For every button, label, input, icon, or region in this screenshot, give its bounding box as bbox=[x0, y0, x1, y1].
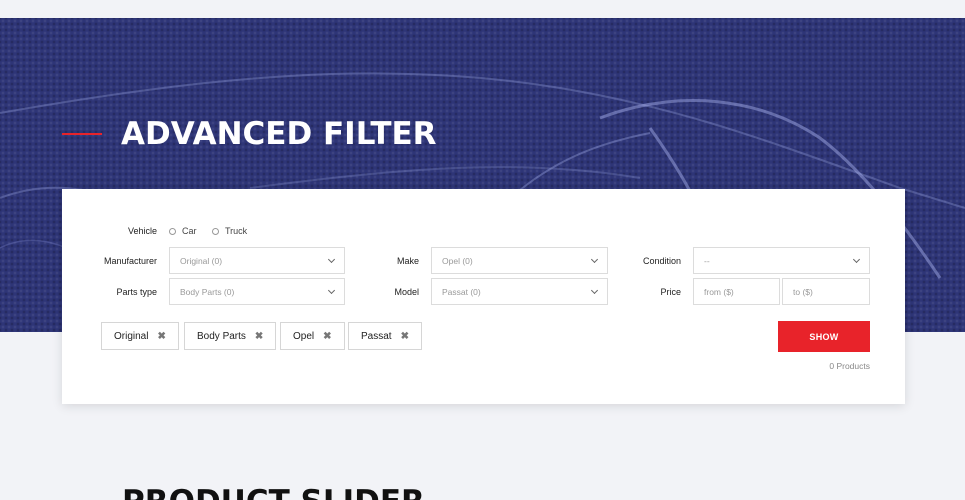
manufacturer-label: Manufacturer bbox=[103, 256, 157, 266]
radio-label: Car bbox=[182, 226, 197, 236]
price-from-input[interactable]: from ($) bbox=[693, 278, 780, 305]
radio-circle-icon bbox=[212, 227, 219, 235]
select-value: -- bbox=[704, 255, 710, 266]
model-select[interactable]: Passat (0) bbox=[431, 278, 608, 305]
filter-tag-passat[interactable]: Passat ✖ bbox=[348, 322, 422, 350]
product-count: 0 Products bbox=[829, 361, 870, 371]
tag-label: Body Parts bbox=[197, 330, 246, 342]
input-placeholder: from ($) bbox=[704, 286, 734, 297]
filter-tag-opel[interactable]: Opel ✖ bbox=[280, 322, 345, 350]
condition-select[interactable]: -- bbox=[693, 247, 870, 274]
vehicle-radio-car[interactable]: Car bbox=[169, 226, 197, 236]
tag-label: Passat bbox=[361, 330, 392, 342]
close-icon[interactable]: ✖ bbox=[323, 331, 331, 342]
hero-title-row: ADVANCED FILTER bbox=[62, 116, 437, 152]
radio-label: Truck bbox=[225, 226, 248, 236]
section-title: PRODUCT SLIDER bbox=[122, 484, 425, 500]
condition-label: Condition bbox=[642, 256, 681, 266]
parts-type-label: Parts type bbox=[116, 287, 157, 297]
tag-label: Opel bbox=[293, 330, 315, 342]
select-value: Original (0) bbox=[180, 255, 223, 266]
price-to-input[interactable]: to ($) bbox=[782, 278, 870, 305]
vehicle-radio-truck[interactable]: Truck bbox=[212, 226, 247, 236]
make-select[interactable]: Opel (0) bbox=[431, 247, 608, 274]
manufacturer-select[interactable]: Original (0) bbox=[169, 247, 345, 274]
select-value: Passat (0) bbox=[442, 286, 481, 297]
filter-tag-body-parts[interactable]: Body Parts ✖ bbox=[184, 322, 277, 350]
select-value: Body Parts (0) bbox=[180, 286, 235, 297]
show-button[interactable]: SHOW bbox=[778, 321, 870, 352]
input-placeholder: to ($) bbox=[793, 286, 813, 297]
page-title: ADVANCED FILTER bbox=[121, 116, 437, 152]
tag-label: Original bbox=[114, 330, 149, 342]
close-icon[interactable]: ✖ bbox=[157, 331, 165, 342]
select-value: Opel (0) bbox=[442, 255, 473, 266]
filter-tag-original[interactable]: Original ✖ bbox=[101, 322, 179, 350]
close-icon[interactable]: ✖ bbox=[255, 331, 263, 342]
radio-circle-icon bbox=[169, 227, 176, 235]
price-label: Price bbox=[660, 287, 681, 297]
vehicle-label: Vehicle bbox=[127, 226, 157, 236]
filter-panel: Vehicle Car Truck Manufacturer Original … bbox=[62, 189, 905, 404]
chevron-down-icon bbox=[852, 255, 861, 263]
make-label: Make bbox=[396, 256, 419, 266]
parts-type-select[interactable]: Body Parts (0) bbox=[169, 278, 345, 305]
title-accent-line bbox=[62, 133, 102, 135]
close-icon[interactable]: ✖ bbox=[401, 331, 409, 342]
model-label: Model bbox=[394, 287, 419, 297]
